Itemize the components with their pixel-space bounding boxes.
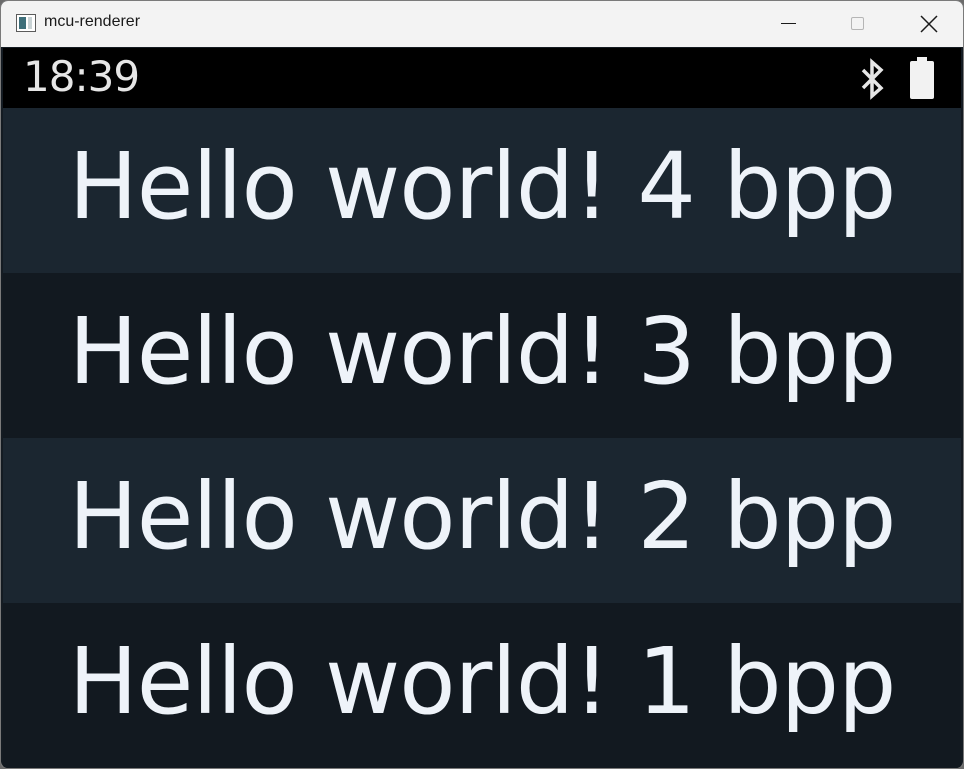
- sample-text: Hello world! 1 bpp: [68, 628, 897, 735]
- window-title: mcu-renderer: [44, 13, 141, 30]
- font-sample-row-3bpp: Hello world! 3 bpp: [3, 273, 961, 438]
- status-bar: 18:39: [3, 48, 961, 108]
- sample-text: Hello world! 2 bpp: [68, 463, 897, 570]
- minimize-button[interactable]: [753, 1, 823, 47]
- font-sample-row-1bpp: Hello world! 1 bpp: [3, 603, 961, 768]
- title-bar[interactable]: mcu-renderer: [1, 1, 963, 47]
- minimize-icon: [781, 23, 796, 24]
- sample-text: Hello world! 3 bpp: [68, 298, 897, 405]
- close-button[interactable]: [893, 1, 963, 47]
- app-icon: [16, 14, 36, 32]
- battery-icon: [910, 57, 934, 99]
- font-sample-row-4bpp: Hello world! 4 bpp: [3, 108, 961, 273]
- maximize-button[interactable]: [823, 1, 893, 47]
- close-icon: [920, 15, 938, 33]
- maximize-icon: [851, 17, 864, 30]
- bluetooth-icon: [861, 58, 884, 100]
- app-window: mcu-renderer 18:39 Hello world! 4 bpp He…: [0, 0, 964, 769]
- clock-time: 18:39: [23, 52, 140, 101]
- sample-text: Hello world! 4 bpp: [68, 133, 897, 240]
- font-sample-row-2bpp: Hello world! 2 bpp: [3, 438, 961, 603]
